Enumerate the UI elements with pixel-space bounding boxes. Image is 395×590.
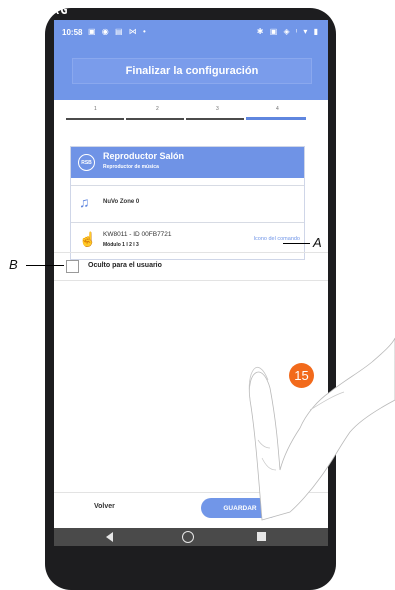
step-1-bar bbox=[66, 118, 124, 120]
step-3-label: 3 bbox=[216, 106, 219, 112]
app-header: 10:58 ▣ ◉ ▤ ⋈ • ✱ ▣ ◈ ᵎ ▾ ▮ Finalizar la… bbox=[54, 20, 328, 100]
corner-logo: XG bbox=[52, 3, 69, 17]
step-2-label: 2 bbox=[156, 106, 159, 112]
hidden-for-user-label: Oculto para el usuario bbox=[88, 262, 162, 269]
music-note-icon: ♫ bbox=[79, 194, 90, 210]
system-status-icons: ✱ ▣ ◈ ᵎ ▾ ▮ bbox=[256, 27, 320, 36]
command-device: KW8011 - ID 00FB7721 bbox=[103, 231, 172, 238]
android-nav-bar bbox=[54, 528, 328, 546]
step-number-text: 15 bbox=[294, 368, 309, 383]
callout-b-line bbox=[26, 265, 64, 266]
progress-stepper: 1 2 3 4 bbox=[66, 106, 316, 126]
step-4-bar bbox=[246, 117, 306, 120]
save-button-label: GUARDAR bbox=[223, 504, 257, 512]
command-icon-link[interactable]: Icono del comando bbox=[254, 236, 300, 242]
section-divider-bottom bbox=[54, 280, 328, 281]
object-name: Reproductor Salón bbox=[103, 151, 185, 161]
nav-back-icon[interactable] bbox=[106, 532, 113, 542]
zone-row[interactable]: ♫ NuVo Zone 0 bbox=[71, 185, 304, 221]
app-screen: 10:58 ▣ ◉ ▤ ⋈ • ✱ ▣ ◈ ᵎ ▾ ▮ Finalizar la… bbox=[54, 20, 328, 546]
footer-bar: Volver GUARDAR bbox=[54, 495, 328, 525]
page-title-text: Finalizar la configuración bbox=[125, 65, 259, 77]
step-1-label: 1 bbox=[94, 106, 97, 112]
step-4-label: 4 bbox=[276, 106, 279, 112]
nav-home-icon[interactable] bbox=[182, 531, 194, 543]
step-2-bar bbox=[126, 118, 184, 120]
object-card-header[interactable]: RSB Reproductor Salón Reproductor de mús… bbox=[71, 147, 304, 178]
step-3-bar bbox=[186, 118, 244, 120]
status-time: 10:58 bbox=[62, 28, 83, 37]
notification-icons: ▣ ◉ ▤ ⋈ • bbox=[88, 27, 148, 36]
step-number-badge: 15 bbox=[289, 363, 314, 388]
hidden-for-user-row[interactable]: Oculto para el usuario bbox=[64, 255, 318, 277]
callout-a-line bbox=[283, 243, 310, 244]
speaker-icon-text: RSB bbox=[81, 159, 92, 166]
callout-a-label: A bbox=[313, 235, 322, 250]
command-module: Módulo 1 I 2 I 3 bbox=[103, 242, 139, 248]
status-bar: 10:58 ▣ ◉ ▤ ⋈ • ✱ ▣ ◈ ᵎ ▾ ▮ bbox=[62, 26, 320, 40]
nav-recents-icon[interactable] bbox=[257, 532, 266, 541]
object-card: RSB Reproductor Salón Reproductor de mús… bbox=[70, 146, 305, 260]
object-type: Reproductor de música bbox=[103, 164, 159, 170]
save-button[interactable]: GUARDAR bbox=[201, 498, 279, 518]
speaker-icon: RSB bbox=[78, 154, 95, 171]
footer-divider bbox=[54, 492, 328, 493]
callout-b-label: B bbox=[9, 257, 18, 272]
zone-label: NuVo Zone 0 bbox=[103, 199, 140, 205]
hidden-for-user-checkbox[interactable] bbox=[66, 260, 79, 273]
section-divider-top bbox=[54, 252, 328, 253]
hand-touch-icon: ☝ bbox=[79, 231, 97, 247]
back-button[interactable]: Volver bbox=[94, 503, 115, 510]
page-title: Finalizar la configuración bbox=[72, 58, 312, 84]
